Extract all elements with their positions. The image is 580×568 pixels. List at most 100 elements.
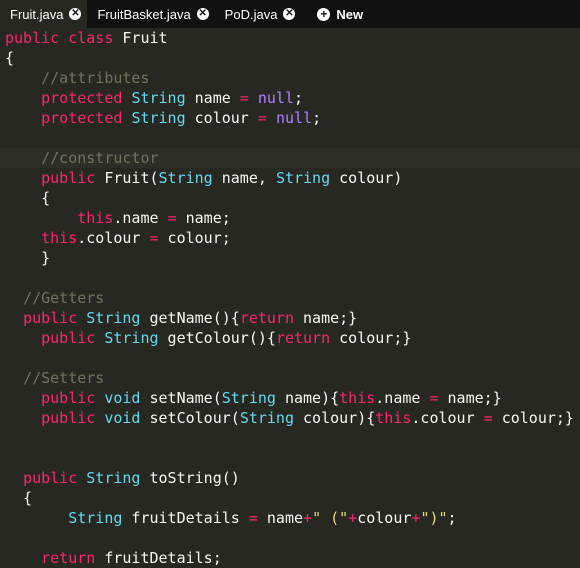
code-token: ; — [447, 509, 457, 527]
code-line[interactable]: this.name = name; — [0, 208, 580, 228]
code-token: String — [86, 309, 141, 327]
code-line[interactable] — [0, 128, 580, 148]
code-line[interactable] — [0, 268, 580, 288]
code-token: " (" — [312, 509, 349, 527]
code-line[interactable]: public String toString() — [0, 468, 580, 488]
code-token: void — [104, 409, 141, 427]
code-token: = — [483, 409, 493, 427]
tab-fruitbasket-java[interactable]: FruitBasket.java ✕ — [87, 0, 214, 28]
code-editor[interactable]: public class Fruit{ //attributes protect… — [0, 28, 580, 568]
code-token: .name — [375, 389, 430, 407]
code-token: name — [257, 509, 304, 527]
code-line[interactable]: public String getColour(){return colour;… — [0, 328, 580, 348]
code-token: Fruit( — [95, 169, 159, 187]
close-icon[interactable]: ✕ — [196, 8, 209, 20]
code-token: this — [339, 389, 376, 407]
code-token: colour;} — [330, 329, 412, 347]
code-token: colour; — [158, 229, 231, 247]
tab-pod-java[interactable]: PoD.java ✕ — [215, 0, 302, 28]
code-line[interactable]: public void setName(String name){this.na… — [0, 388, 580, 408]
tab-bar-filler — [375, 0, 580, 28]
code-token: = — [149, 229, 159, 247]
code-line[interactable]: //Setters — [0, 368, 580, 388]
code-line[interactable]: protected String colour = null; — [0, 108, 580, 128]
new-tab-button[interactable]: + New — [301, 0, 375, 28]
code-token: ")" — [420, 509, 448, 527]
code-token: toString() — [140, 469, 240, 487]
code-line[interactable]: this.colour = colour; — [0, 228, 580, 248]
code-token: colour){ — [294, 409, 376, 427]
code-token: + — [303, 509, 313, 527]
code-token: String — [239, 409, 294, 427]
code-line[interactable]: protected String name = null; — [0, 88, 580, 108]
code-token: = — [429, 389, 439, 407]
code-line[interactable]: public void setColour(String colour){thi… — [0, 408, 580, 428]
code-token: public — [5, 29, 60, 47]
close-icon[interactable]: ✕ — [69, 8, 82, 20]
code-token: name, — [212, 169, 276, 187]
code-line[interactable] — [0, 448, 580, 468]
code-line[interactable]: public class Fruit — [0, 28, 580, 48]
code-line[interactable]: //attributes — [0, 68, 580, 88]
code-token: fruitDetails — [122, 509, 249, 527]
tab-label: Fruit.java — [10, 6, 64, 22]
code-token: public — [41, 389, 96, 407]
code-token: { — [5, 489, 33, 507]
code-token: + — [348, 509, 358, 527]
code-line[interactable]: { — [0, 48, 580, 68]
code-token: .colour — [411, 409, 484, 427]
tab-fruit-java[interactable]: Fruit.java ✕ — [0, 0, 88, 28]
code-line[interactable]: //Getters — [0, 288, 580, 308]
code-line[interactable]: return fruitDetails; — [0, 548, 580, 568]
code-token: return — [275, 329, 331, 347]
code-token: public — [23, 469, 78, 487]
code-line[interactable] — [0, 528, 580, 548]
code-token: Fruit — [113, 29, 168, 47]
code-line[interactable]: public Fruit(String name, String colour) — [0, 168, 580, 188]
code-token: colour — [185, 109, 258, 127]
code-token: String — [131, 109, 186, 127]
code-token: name — [185, 89, 240, 107]
code-token: String — [68, 509, 123, 527]
code-token: getName(){ — [140, 309, 240, 327]
close-icon[interactable]: ✕ — [283, 8, 296, 20]
code-token: colour) — [330, 169, 403, 187]
code-line[interactable]: } — [0, 248, 580, 268]
code-token: { — [5, 49, 15, 67]
code-token: ; — [294, 89, 304, 107]
code-token: = — [167, 209, 177, 227]
code-line[interactable]: public String getName(){return name;} — [0, 308, 580, 328]
code-token: public — [41, 409, 96, 427]
code-line[interactable]: { — [0, 188, 580, 208]
plus-icon: + — [317, 7, 331, 21]
code-token: setName( — [140, 389, 222, 407]
code-line[interactable]: String fruitDetails = name+" ("+colour+"… — [0, 508, 580, 528]
code-token: //Setters — [23, 369, 105, 387]
code-token: String — [104, 329, 159, 347]
code-line[interactable] — [0, 428, 580, 448]
code-line[interactable] — [0, 348, 580, 368]
code-token: .name — [113, 209, 168, 227]
code-token: = — [248, 509, 258, 527]
code-token: getColour(){ — [158, 329, 276, 347]
code-token: public — [23, 309, 78, 327]
code-token: //constructor — [41, 149, 159, 167]
code-token: class — [68, 29, 114, 47]
code-line[interactable]: //constructor — [0, 148, 580, 168]
code-line[interactable]: { — [0, 488, 580, 508]
